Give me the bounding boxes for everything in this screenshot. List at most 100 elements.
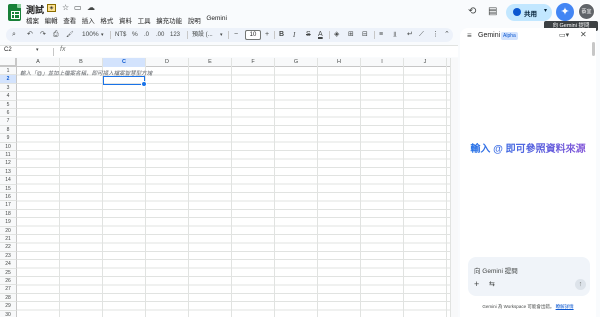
row-header-9[interactable]: 9 — [0, 134, 17, 143]
fill-color-icon[interactable]: ◈ — [334, 29, 339, 41]
row-header-30[interactable]: 30 — [0, 310, 17, 317]
share-button[interactable]: 共用 ▾ — [506, 4, 552, 21]
bold-button[interactable]: B — [279, 29, 284, 41]
row-header-11[interactable]: 11 — [0, 151, 17, 160]
history-icon[interactable]: ⟲ — [468, 7, 476, 17]
currency-format-button[interactable]: NT$ — [115, 29, 126, 41]
font-size-increase-button[interactable]: + — [265, 29, 269, 41]
row-header-17[interactable]: 17 — [0, 201, 17, 210]
gemini-prompt-input[interactable]: 向 Gemini 提問 + ⇆ ↑ — [468, 257, 590, 296]
star-icon[interactable]: ☆ — [62, 3, 69, 12]
menu-data[interactable]: 資料 — [119, 15, 132, 25]
row-header-21[interactable]: 21 — [0, 235, 17, 244]
column-header-f[interactable]: F — [232, 58, 275, 67]
comment-icon[interactable]: ▤ — [488, 7, 497, 17]
move-folder-icon[interactable]: ▭ — [74, 3, 82, 12]
row-header-12[interactable]: 12 — [0, 159, 17, 168]
row-header-15[interactable]: 15 — [0, 184, 17, 193]
close-icon[interactable]: ✕ — [580, 30, 587, 39]
gemini-spark-icon[interactable]: ✦ — [556, 3, 574, 21]
row-header-16[interactable]: 16 — [0, 193, 17, 202]
menu-file[interactable]: 檔案 — [26, 15, 39, 25]
print-icon[interactable]: ⎙ — [53, 29, 59, 41]
gemini-label-icon[interactable]: ◈ — [47, 4, 56, 12]
learn-more-link[interactable]: 瞭解詳情 — [556, 304, 574, 309]
vertical-align-icon[interactable]: ⫫ — [393, 29, 397, 41]
column-header-g[interactable]: G — [275, 58, 318, 67]
cloud-status-icon[interactable]: ☁ — [87, 3, 95, 12]
name-box[interactable]: C2 — [4, 47, 12, 53]
row-header-22[interactable]: 22 — [0, 243, 17, 252]
menu-extensions[interactable]: 擴充功能 — [156, 15, 182, 25]
row-header-8[interactable]: 8 — [0, 125, 17, 135]
row-header-29[interactable]: 29 — [0, 302, 17, 311]
zoom-select[interactable]: 100% — [82, 29, 99, 41]
merge-cells-icon[interactable]: ⊟ — [362, 29, 368, 41]
row-header-19[interactable]: 19 — [0, 218, 17, 227]
zoom-caret-icon[interactable]: ▾ — [101, 29, 104, 41]
send-icon[interactable]: ↑ — [575, 279, 586, 290]
text-rotate-icon[interactable]: ⟋ — [419, 29, 424, 41]
avatar[interactable]: 蔡宜 — [578, 3, 595, 20]
italic-button[interactable]: I — [293, 29, 295, 41]
undo-icon[interactable]: ↶ — [27, 29, 33, 41]
row-header-13[interactable]: 13 — [0, 167, 17, 177]
borders-icon[interactable]: ⊞ — [348, 29, 354, 41]
column-header-e[interactable]: E — [189, 58, 232, 67]
font-size-input[interactable]: 10 — [245, 30, 261, 40]
add-icon[interactable]: + — [474, 280, 479, 289]
column-header-c[interactable]: C — [103, 58, 146, 67]
row-header-28[interactable]: 28 — [0, 293, 17, 303]
paint-format-icon[interactable]: 🖌 — [66, 29, 74, 41]
row-header-6[interactable]: 6 — [0, 109, 17, 118]
vertical-scrollbar[interactable] — [450, 58, 458, 317]
collapse-menus-icon[interactable]: ⌃ — [444, 29, 450, 41]
menu-edit[interactable]: 編輯 — [45, 15, 58, 25]
select-all-corner[interactable] — [0, 58, 17, 67]
menu-tools[interactable]: 工具 — [138, 15, 151, 25]
menu-format[interactable]: 格式 — [100, 15, 113, 25]
row-header-20[interactable]: 20 — [0, 226, 17, 235]
font-select[interactable]: 預設 (... — [192, 29, 213, 41]
name-box-caret-icon[interactable]: ▾ — [36, 47, 39, 53]
row-header-24[interactable]: 24 — [0, 260, 17, 269]
more-options-icon[interactable]: ⋮ — [432, 29, 439, 41]
menu-insert[interactable]: 插入 — [82, 15, 95, 25]
tune-icon[interactable]: ⇆ — [489, 281, 495, 288]
row-header-2[interactable]: 2 — [0, 75, 17, 84]
strikethrough-button[interactable]: S — [306, 29, 311, 41]
active-cell-c2[interactable] — [103, 76, 147, 87]
font-caret-icon[interactable]: ▾ — [220, 29, 223, 41]
row-header-25[interactable]: 25 — [0, 268, 17, 277]
percent-format-button[interactable]: % — [132, 29, 138, 41]
row-header-3[interactable]: 3 — [0, 83, 17, 93]
menu-help[interactable]: 說明 — [188, 15, 201, 25]
panel-scrollbar[interactable] — [592, 42, 595, 56]
row-header-5[interactable]: 5 — [0, 100, 17, 109]
row-header-14[interactable]: 14 — [0, 176, 17, 185]
column-header-a[interactable]: A — [17, 58, 60, 67]
search-menus-icon[interactable]: ⌕ — [12, 29, 16, 41]
number-format-button[interactable]: 123 — [170, 29, 180, 41]
row-header-26[interactable]: 26 — [0, 277, 17, 286]
column-header-b[interactable]: B — [60, 58, 103, 67]
decrease-decimal-button[interactable]: .0 — [144, 29, 149, 41]
panel-layout-icon[interactable]: ▭▾ — [559, 31, 569, 39]
column-header-d[interactable]: D — [146, 58, 189, 67]
sheets-logo-icon[interactable] — [8, 4, 21, 21]
column-header-j[interactable]: J — [404, 58, 447, 67]
menu-view[interactable]: 查看 — [63, 15, 76, 25]
cell-area[interactable] — [17, 67, 458, 317]
redo-icon[interactable]: ↷ — [40, 29, 46, 41]
row-header-18[interactable]: 18 — [0, 209, 17, 219]
text-wrap-icon[interactable]: ↵ — [407, 29, 413, 41]
row-header-10[interactable]: 10 — [0, 142, 17, 151]
menu-icon[interactable]: ≡ — [467, 32, 472, 40]
font-size-decrease-button[interactable]: − — [234, 29, 238, 41]
spreadsheet-grid[interactable]: ABCDEFGHIJ 1 2 3 4 5 6 7 8 9 10 11 12 13 14 15 16 17 18 19… — [0, 58, 458, 317]
increase-decimal-button[interactable]: .00 — [156, 29, 164, 41]
chevron-down-icon[interactable]: ▾ — [544, 7, 547, 14]
row-header-1[interactable]: 1 — [0, 67, 17, 76]
column-header-h[interactable]: H — [318, 58, 361, 67]
row-header-4[interactable]: 4 — [0, 92, 17, 101]
